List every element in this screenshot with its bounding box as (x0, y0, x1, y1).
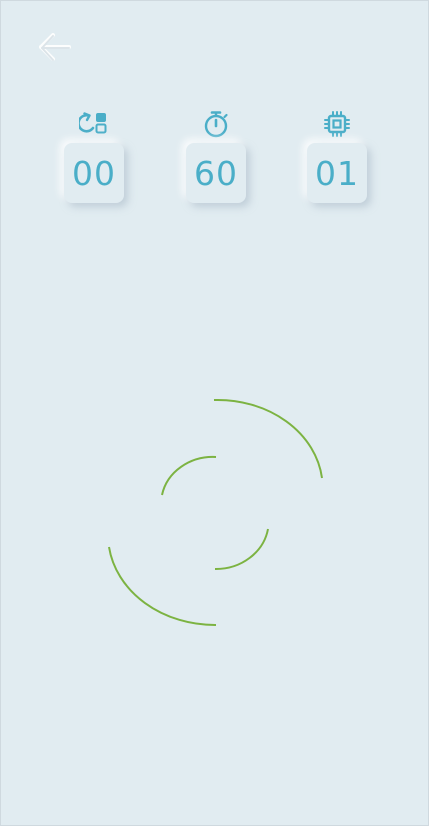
spinner-arc-outer-bottom (108, 546, 217, 627)
spinner-icon (105, 391, 327, 635)
spinner-arc-inner-bottom (214, 528, 269, 571)
loading-spinner (105, 391, 327, 635)
cpu-icon (322, 109, 352, 139)
spinner-arc-outer-top (213, 398, 323, 479)
timer-value: 60 (194, 153, 238, 193)
timer-counter: 60 (186, 143, 246, 203)
rounds-value: 00 (72, 153, 116, 193)
cpu-stat: 01 (307, 109, 367, 205)
back-button[interactable] (31, 25, 75, 69)
stopwatch-icon (201, 109, 231, 139)
spinner-arc-inner-top (161, 455, 217, 496)
rounds-counter: 00 (64, 143, 124, 203)
cpu-counter: 01 (307, 143, 367, 203)
game-screen: 00 60 01 (0, 0, 429, 826)
cpu-value: 01 (315, 153, 359, 193)
rounds-stat: 00 (64, 109, 124, 205)
arrow-left-icon (31, 25, 75, 69)
timer-stat: 60 (186, 109, 246, 205)
rounds-icon (79, 109, 109, 139)
